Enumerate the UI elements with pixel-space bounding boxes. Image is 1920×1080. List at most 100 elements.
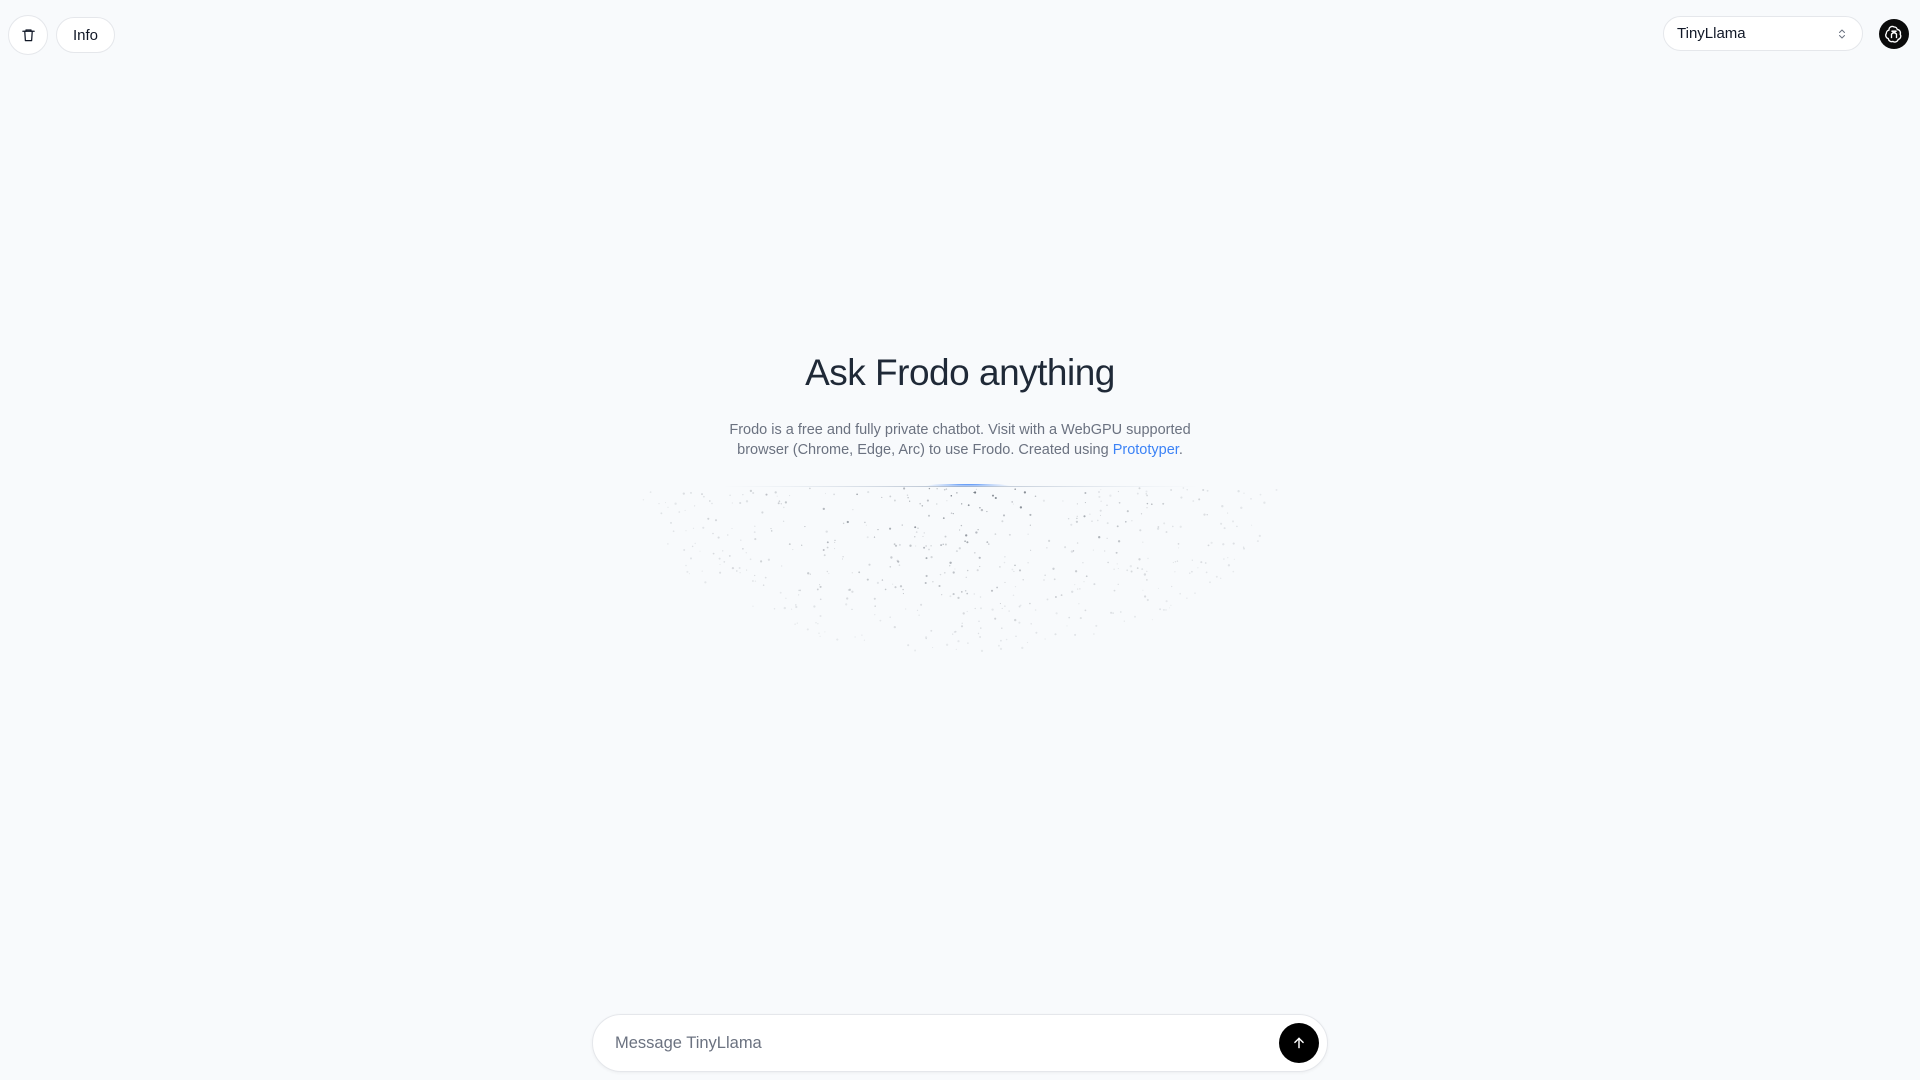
particle-dot (826, 570, 828, 573)
particle-dot (1202, 488, 1205, 492)
particle-dot (776, 495, 778, 497)
particle-dot (1182, 487, 1185, 489)
particle-dot (936, 503, 938, 505)
particle-dot (1070, 523, 1073, 526)
particle-dot (1186, 597, 1188, 599)
avatar[interactable] (1879, 18, 1909, 49)
particle-dot (1078, 603, 1080, 605)
particle-dot (876, 581, 879, 584)
particle-dot (978, 620, 980, 623)
particle-dot (1116, 525, 1119, 528)
particle-dot (686, 570, 689, 573)
particle-dot (1206, 489, 1209, 492)
particle-dot (1180, 496, 1183, 499)
particle-dot (847, 589, 850, 591)
particle-dot (825, 530, 828, 533)
particle-dot (1008, 533, 1011, 536)
particle-dot (1012, 594, 1015, 597)
particle-dot (1144, 595, 1147, 598)
particle-dot (683, 549, 686, 551)
particle-dot (834, 548, 836, 550)
particle-dot (914, 649, 917, 652)
particle-dot (932, 647, 934, 649)
model-select[interactable]: TinyLlama (1663, 16, 1863, 51)
particle-dot (1074, 570, 1078, 573)
hero-description-suffix: . (1178, 442, 1183, 458)
particle-dot (954, 568, 956, 570)
particle-dot (1083, 580, 1085, 583)
send-button[interactable] (1279, 1023, 1319, 1063)
particle-dot (991, 494, 995, 497)
particle-dot (943, 571, 946, 574)
particle-dot (1126, 510, 1129, 513)
particle-dot (745, 500, 749, 503)
particle-dot (708, 500, 711, 502)
particle-dot (1275, 488, 1278, 491)
particle-dot (1020, 604, 1022, 606)
info-button[interactable]: Info (56, 17, 116, 53)
particle-dot (966, 610, 968, 613)
particle-dot (1013, 570, 1015, 572)
particle-dot (902, 593, 904, 595)
particle-dot (1150, 503, 1153, 506)
particle-dot (1141, 568, 1144, 571)
particle-dot (1004, 556, 1006, 558)
particle-dot (990, 589, 994, 592)
particle-dot (1076, 503, 1078, 505)
particle-dot (1005, 638, 1008, 641)
particle-dot (903, 487, 906, 490)
particle-dot (890, 556, 893, 559)
particle-dot (889, 495, 892, 498)
particle-dot (699, 550, 701, 552)
particle-dot (1143, 573, 1147, 576)
particle-dot (1227, 512, 1229, 514)
particle-dot (794, 604, 797, 606)
particle-dot (809, 487, 811, 490)
particle-dot (1174, 571, 1176, 573)
particle-dot (889, 616, 892, 619)
particle-dot (764, 576, 767, 579)
particle-dot (1104, 550, 1106, 552)
particle-dot (932, 581, 934, 583)
particle-dot (1243, 492, 1245, 494)
particle-dot (669, 521, 673, 524)
particle-dot (923, 532, 926, 534)
particle-dot (1168, 607, 1170, 609)
particle-dot (702, 526, 705, 529)
particle-dot (1067, 517, 1070, 520)
particle-dot (767, 558, 771, 561)
particle-dot (1172, 525, 1174, 528)
clear-chat-button[interactable] (8, 15, 48, 55)
prototyper-link[interactable]: Prototyper (1113, 442, 1179, 458)
particle-dot (907, 497, 909, 499)
particle-dot (1011, 501, 1014, 503)
particle-dot (928, 548, 930, 551)
particle-dot (923, 546, 926, 549)
particle-dot (1146, 507, 1148, 509)
particle-dot (1242, 546, 1245, 548)
particle-dot (898, 564, 901, 567)
particle-dot (722, 550, 724, 552)
particle-dot (688, 573, 690, 575)
particle-dot (1083, 515, 1086, 518)
particle-dot (823, 554, 826, 557)
particle-dot (1236, 525, 1238, 528)
particle-dot (1129, 565, 1132, 568)
particle-dot (1048, 539, 1051, 542)
particle-dot (964, 590, 967, 592)
particle-dot (1060, 594, 1063, 596)
particle-dot (852, 509, 854, 511)
particle-dot (1163, 522, 1166, 525)
particle-dot (674, 502, 677, 505)
particle-dot (916, 609, 919, 611)
particle-dot (960, 524, 963, 527)
particle-dot (1044, 574, 1046, 576)
particle-dot (1126, 569, 1129, 572)
particle-dot (1053, 578, 1056, 581)
particle-dot (1186, 489, 1188, 491)
particle-dot (813, 605, 816, 608)
particle-dot (909, 544, 912, 547)
message-input[interactable] (613, 1032, 1279, 1054)
particle-dot (1015, 635, 1017, 638)
particle-dot (1029, 513, 1032, 516)
